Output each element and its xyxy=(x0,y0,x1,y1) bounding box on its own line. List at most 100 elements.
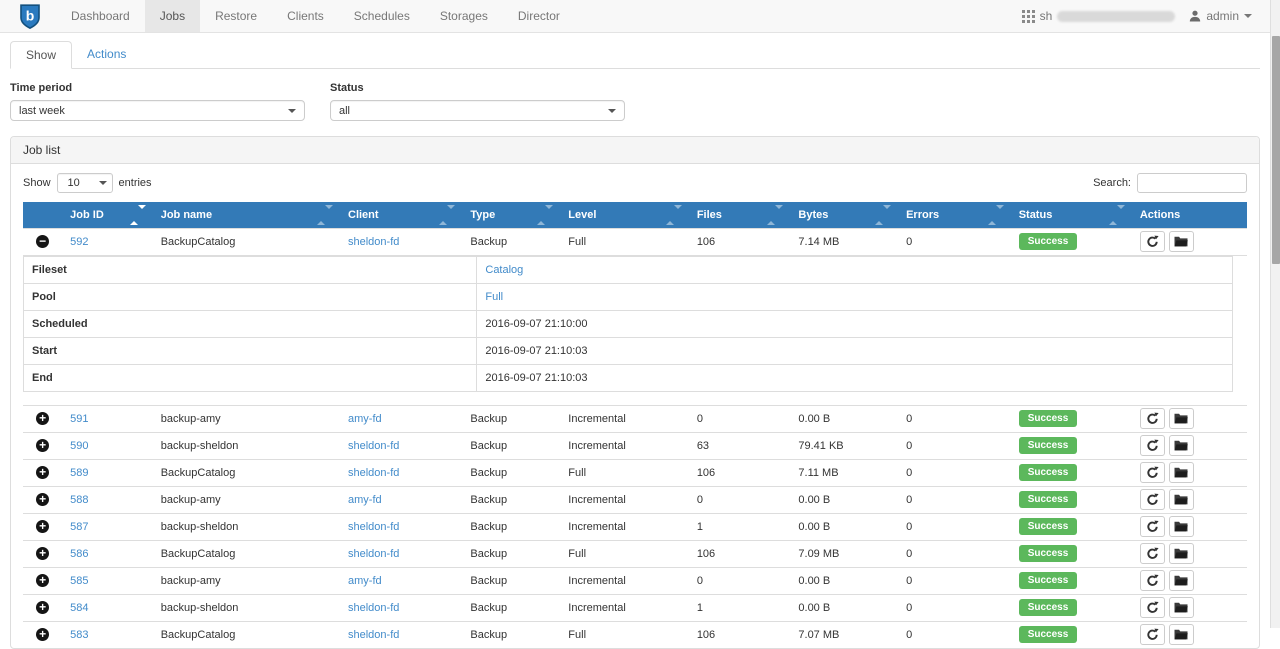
expand-row-button[interactable]: + xyxy=(36,466,49,479)
job-id-link[interactable]: 584 xyxy=(70,602,88,614)
job-id-link[interactable]: 592 xyxy=(70,236,88,248)
rerun-job-icon xyxy=(1146,520,1159,533)
column-level[interactable]: Level xyxy=(560,202,689,228)
cell-level: Incremental xyxy=(560,567,689,594)
tab-show[interactable]: Show xyxy=(10,41,72,69)
nav-item-director[interactable]: Director xyxy=(503,0,575,32)
client-link[interactable]: sheldon-fd xyxy=(348,548,399,560)
cell-client: sheldon-fd xyxy=(340,621,462,648)
nav-item-clients[interactable]: Clients xyxy=(272,0,339,32)
client-link[interactable]: sheldon-fd xyxy=(348,602,399,614)
entries-select[interactable]: 10 xyxy=(57,173,113,193)
job-details-button[interactable] xyxy=(1169,516,1194,537)
rerun-job-button[interactable] xyxy=(1140,462,1165,483)
collapse-row-button[interactable]: − xyxy=(36,235,49,248)
column-label: Type xyxy=(470,209,495,221)
job-details-button[interactable] xyxy=(1169,570,1194,591)
job-details-folder-icon xyxy=(1174,575,1188,586)
client-link[interactable]: amy-fd xyxy=(348,494,382,506)
cell-expand: + xyxy=(23,459,62,486)
user-menu[interactable]: admin xyxy=(1206,9,1239,23)
job-id-link[interactable]: 587 xyxy=(70,521,88,533)
job-id-link[interactable]: 586 xyxy=(70,548,88,560)
client-link[interactable]: amy-fd xyxy=(348,575,382,587)
detail-row-scheduled: Scheduled2016-09-07 21:10:00 xyxy=(24,310,1233,337)
column-actions: Actions xyxy=(1132,202,1247,228)
column-job-name[interactable]: Job name xyxy=(153,202,340,228)
column-job-id[interactable]: Job ID xyxy=(62,202,153,228)
expand-row-button[interactable]: + xyxy=(36,547,49,560)
detail-label: Fileset xyxy=(24,256,477,283)
tab-actions[interactable]: Actions xyxy=(72,41,141,69)
job-id-link[interactable]: 585 xyxy=(70,575,88,587)
nav-item-jobs[interactable]: Jobs xyxy=(145,0,200,32)
detail-row-end: End2016-09-07 21:10:03 xyxy=(24,364,1233,391)
column-type[interactable]: Type xyxy=(462,202,560,228)
rerun-job-button[interactable] xyxy=(1140,435,1165,456)
cell-type: Backup xyxy=(462,486,560,513)
cell-actions xyxy=(1132,228,1247,255)
expand-row-button[interactable]: + xyxy=(36,601,49,614)
expand-row-button[interactable]: + xyxy=(36,520,49,533)
job-details-button[interactable] xyxy=(1169,408,1194,429)
rerun-job-button[interactable] xyxy=(1140,231,1165,252)
job-details-button[interactable] xyxy=(1169,624,1194,645)
rerun-job-button[interactable] xyxy=(1140,624,1165,645)
status-select[interactable]: all xyxy=(330,100,625,121)
nav-item-dashboard[interactable]: Dashboard xyxy=(56,0,145,32)
job-details-button[interactable] xyxy=(1169,462,1194,483)
cell-job-id: 586 xyxy=(62,540,153,567)
cell-bytes: 7.11 MB xyxy=(790,459,898,486)
rerun-job-button[interactable] xyxy=(1140,597,1165,618)
time-period-select[interactable]: last week xyxy=(10,100,305,121)
job-details-button[interactable] xyxy=(1169,435,1194,456)
scrollbar-thumb[interactable] xyxy=(1272,36,1280,264)
client-link[interactable]: sheldon-fd xyxy=(348,440,399,452)
column-errors[interactable]: Errors xyxy=(898,202,1011,228)
detail-value-link[interactable]: Catalog xyxy=(485,264,523,276)
client-link[interactable]: sheldon-fd xyxy=(348,467,399,479)
cell-errors: 0 xyxy=(898,459,1011,486)
rerun-job-button[interactable] xyxy=(1140,570,1165,591)
detail-value-link[interactable]: Full xyxy=(485,291,503,303)
client-link[interactable]: sheldon-fd xyxy=(348,521,399,533)
column-files[interactable]: Files xyxy=(689,202,791,228)
job-id-link[interactable]: 590 xyxy=(70,440,88,452)
column-status[interactable]: Status xyxy=(1011,202,1132,228)
apps-grid-icon[interactable] xyxy=(1022,10,1035,23)
cell-level: Full xyxy=(560,228,689,255)
job-details-button[interactable] xyxy=(1169,489,1194,510)
chevron-down-icon[interactable] xyxy=(1244,14,1252,18)
rerun-job-button[interactable] xyxy=(1140,408,1165,429)
cell-status: Success xyxy=(1011,594,1132,621)
expand-row-button[interactable]: + xyxy=(36,439,49,452)
cell-type: Backup xyxy=(462,594,560,621)
job-details-button[interactable] xyxy=(1169,543,1194,564)
expand-row-button[interactable]: + xyxy=(36,628,49,641)
job-id-link[interactable]: 591 xyxy=(70,413,88,425)
client-link[interactable]: sheldon-fd xyxy=(348,629,399,641)
nav-item-storages[interactable]: Storages xyxy=(425,0,503,32)
search-input[interactable] xyxy=(1137,173,1247,193)
job-id-link[interactable]: 583 xyxy=(70,629,88,641)
nav-item-restore[interactable]: Restore xyxy=(200,0,272,32)
job-details-button[interactable] xyxy=(1169,231,1194,252)
column-client[interactable]: Client xyxy=(340,202,462,228)
expand-row-button[interactable]: + xyxy=(36,574,49,587)
rerun-job-button[interactable] xyxy=(1140,516,1165,537)
rerun-job-button[interactable] xyxy=(1140,489,1165,510)
expand-row-button[interactable]: + xyxy=(36,412,49,425)
job-row-583: +583BackupCatalogsheldon-fdBackupFull106… xyxy=(23,621,1247,648)
expand-row-button[interactable]: + xyxy=(36,493,49,506)
column-bytes[interactable]: Bytes xyxy=(790,202,898,228)
job-id-link[interactable]: 588 xyxy=(70,494,88,506)
job-details-folder-icon xyxy=(1174,521,1188,532)
nav-item-schedules[interactable]: Schedules xyxy=(339,0,425,32)
brand-logo[interactable]: b xyxy=(20,0,40,32)
rerun-job-button[interactable] xyxy=(1140,543,1165,564)
job-id-link[interactable]: 589 xyxy=(70,467,88,479)
client-link[interactable]: sheldon-fd xyxy=(348,236,399,248)
client-link[interactable]: amy-fd xyxy=(348,413,382,425)
job-details-button[interactable] xyxy=(1169,597,1194,618)
job-details-folder-icon xyxy=(1174,440,1188,451)
